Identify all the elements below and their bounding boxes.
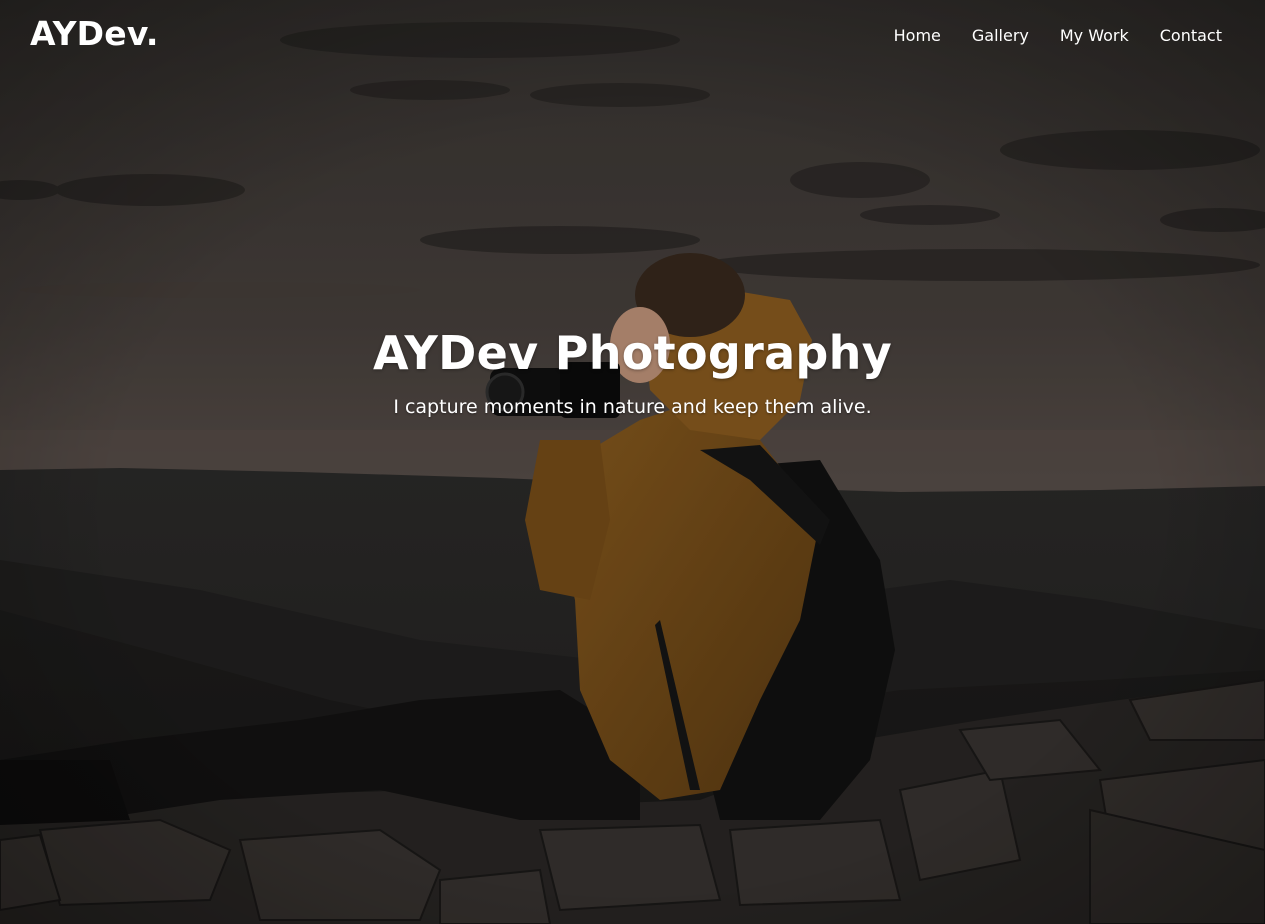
nav-link-home[interactable]: Home (894, 26, 941, 45)
nav-links: Home Gallery My Work Contact (894, 26, 1222, 45)
brand-logo[interactable]: AYDev. (30, 14, 159, 53)
top-navbar: AYDev. Home Gallery My Work Contact (0, 0, 1265, 72)
nav-link-my-work[interactable]: My Work (1060, 26, 1129, 45)
nav-link-gallery[interactable]: Gallery (972, 26, 1029, 45)
nav-item-home: Home (894, 26, 941, 45)
nav-link-contact[interactable]: Contact (1160, 26, 1222, 45)
hero-title: AYDev Photography (373, 326, 892, 380)
nav-item-gallery: Gallery (972, 26, 1029, 45)
nav-item-my-work: My Work (1060, 26, 1129, 45)
hero-section: AYDev. Home Gallery My Work Contact AYDe… (0, 0, 1265, 924)
hero-subtitle: I capture moments in nature and keep the… (393, 396, 872, 418)
hero-dark-overlay (0, 0, 1265, 924)
nav-item-contact: Contact (1160, 26, 1222, 45)
hero-content: AYDev Photography I capture moments in n… (0, 322, 1265, 420)
